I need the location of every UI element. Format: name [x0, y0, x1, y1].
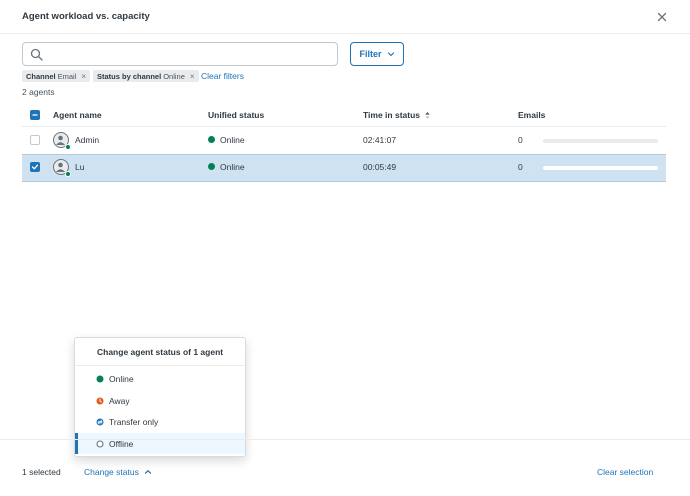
remove-tag-icon[interactable]: ×	[81, 72, 86, 81]
close-icon	[657, 12, 667, 22]
sort-icon	[425, 112, 431, 120]
filter-tag-value: Online	[163, 71, 185, 81]
online-dot-icon	[96, 375, 104, 382]
filter-tag-value: Email	[57, 71, 77, 81]
selected-count: 1 selected	[22, 467, 61, 477]
change-status-button[interactable]: Change status	[84, 467, 152, 477]
table-row[interactable]: Admin Online 02:41:07 0	[22, 127, 666, 155]
online-presence-icon	[65, 171, 71, 177]
filter-button[interactable]: Filter	[350, 42, 404, 66]
avatar	[53, 132, 71, 150]
time-in-status: 00:05:49	[363, 162, 397, 172]
indeterminate-icon	[32, 114, 38, 116]
agent-name[interactable]: Admin	[75, 135, 99, 145]
status-label: Online	[220, 162, 245, 172]
menu-divider	[75, 365, 245, 366]
column-header-agent-name[interactable]: Agent name	[53, 110, 102, 120]
column-header-label: Time in status	[363, 110, 420, 120]
chevron-down-icon	[387, 52, 394, 57]
online-dot-icon	[208, 163, 215, 171]
agent-count: 2 agents	[22, 87, 55, 97]
offline-ring-icon	[96, 439, 104, 448]
status-label: Online	[220, 135, 245, 145]
chevron-up-icon	[144, 470, 151, 474]
search-icon	[30, 48, 43, 61]
capacity-bar	[543, 139, 658, 143]
menu-item-label: Away	[109, 395, 130, 406]
column-header-unified-status[interactable]: Unified status	[208, 110, 264, 120]
filter-button-label: Filter	[359, 49, 382, 59]
search-input[interactable]	[49, 46, 329, 62]
row-checkbox[interactable]	[30, 162, 40, 172]
filter-tag-key: Status by channel	[97, 71, 162, 81]
menu-title: Change agent status of 1 agent	[97, 347, 224, 357]
menu-item-transfer-only[interactable]: Transfer only	[75, 411, 245, 432]
table-row[interactable]: Lu Online 00:05:49 0	[22, 154, 666, 182]
away-clock-icon	[96, 397, 104, 404]
online-presence-icon	[65, 144, 71, 150]
menu-item-label: Online	[109, 373, 134, 384]
avatar	[53, 159, 71, 177]
agent-name[interactable]: Lu	[75, 162, 84, 172]
clear-filters-link[interactable]: Clear filters	[201, 71, 244, 81]
capacity-bar	[543, 166, 658, 170]
select-all-checkbox[interactable]	[30, 110, 40, 120]
close-button[interactable]	[654, 9, 670, 25]
menu-item-offline[interactable]: Offline	[75, 433, 245, 454]
time-in-status: 02:41:07	[363, 135, 397, 145]
menu-item-label: Offline	[109, 438, 134, 449]
transfer-arrows-icon	[96, 418, 104, 425]
menu-item-away[interactable]: Away	[75, 390, 245, 411]
remove-tag-icon[interactable]: ×	[190, 72, 195, 81]
clear-selection-button[interactable]: Clear selection	[597, 467, 653, 477]
modal-header: Agent workload vs. capacity	[0, 0, 690, 34]
search-box[interactable]	[22, 42, 338, 66]
filter-tag-status-by-channel: Status by channel Online ×	[93, 70, 199, 82]
column-header-time-in-status[interactable]: Time in status	[363, 110, 431, 120]
footer-divider	[0, 439, 690, 440]
unified-status: Online	[208, 135, 245, 145]
checkmark-icon	[31, 164, 39, 170]
emails-count: 0	[518, 162, 523, 172]
filter-tag-key: Channel	[26, 71, 56, 81]
change-status-label: Change status	[84, 467, 139, 477]
modal-title: Agent workload vs. capacity	[22, 11, 150, 22]
unified-status: Online	[208, 162, 245, 172]
emails-count: 0	[518, 135, 523, 145]
row-checkbox[interactable]	[30, 135, 40, 145]
column-header-emails[interactable]: Emails	[518, 110, 545, 120]
online-dot-icon	[208, 136, 215, 144]
filter-tag-channel: Channel Email ×	[22, 70, 91, 82]
menu-item-label: Transfer only	[109, 416, 159, 427]
menu-item-online[interactable]: Online	[75, 368, 245, 389]
